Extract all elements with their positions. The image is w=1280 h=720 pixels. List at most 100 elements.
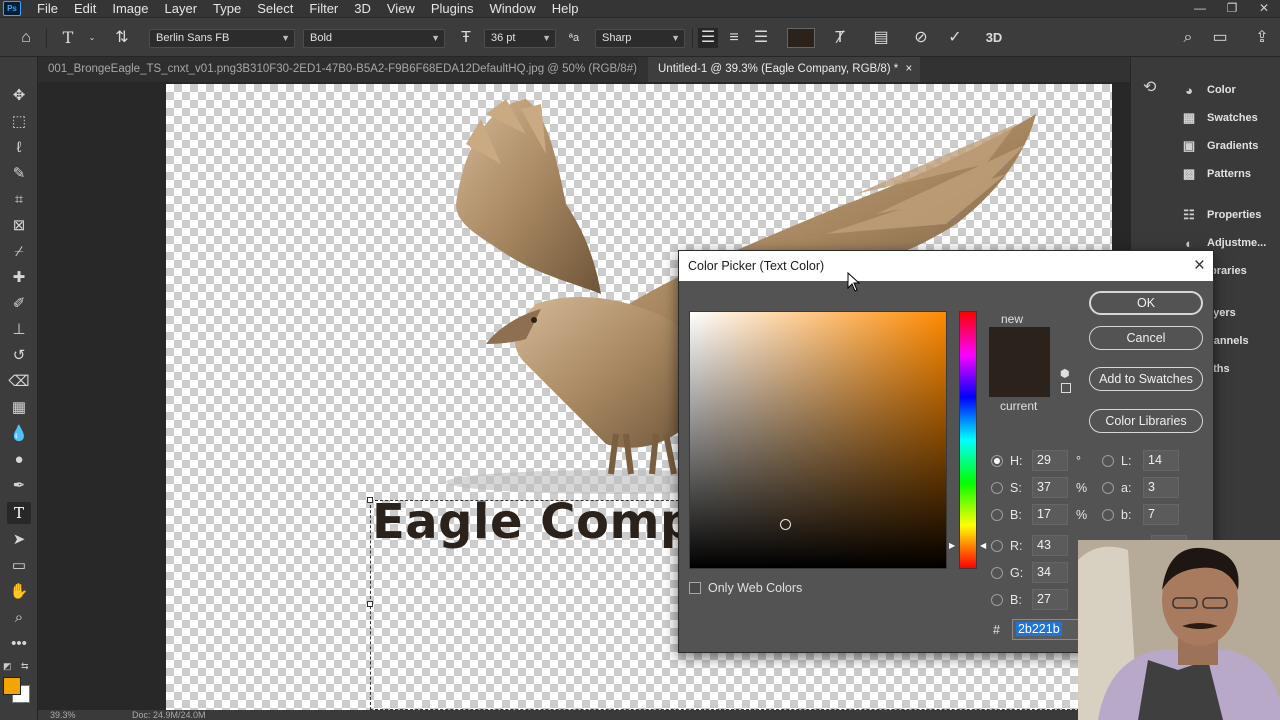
swap-colors-icon[interactable]: ⇆: [21, 661, 29, 672]
commit-edit-icon[interactable]: ✓: [945, 28, 965, 48]
current-color-swatch[interactable]: [989, 362, 1050, 397]
document-tab[interactable]: 001_BrongeEagle_TS_cnxt_v01.png3B310F30-…: [38, 57, 638, 100]
cancel-button[interactable]: Cancel: [1089, 326, 1203, 350]
saturation-input[interactable]: 37: [1032, 477, 1068, 498]
rectangle-tool-icon[interactable]: ▭: [7, 555, 31, 577]
align-center-icon[interactable]: ≡: [724, 28, 744, 48]
home-icon[interactable]: ⌂: [16, 28, 36, 48]
zoom-level[interactable]: 39.3%: [50, 710, 76, 720]
close-window-icon[interactable]: ✕: [1248, 0, 1280, 17]
gradient-tool-icon[interactable]: ▦: [7, 397, 31, 419]
workspace-icon[interactable]: ▭: [1210, 28, 1230, 48]
search-icon[interactable]: ⌕: [1178, 28, 1198, 48]
panel-patterns[interactable]: ▩ Patterns: [1180, 164, 1251, 184]
transform-handle[interactable]: [367, 497, 373, 503]
align-left-icon[interactable]: ☰: [698, 28, 718, 48]
hue-slider[interactable]: [959, 311, 977, 569]
brightness-radio[interactable]: [991, 508, 1003, 521]
magic-wand-tool-icon[interactable]: ✎: [7, 163, 31, 185]
lab-a-input[interactable]: 3: [1143, 477, 1179, 498]
font-style-select[interactable]: Bold ▼: [303, 29, 445, 48]
menu-view[interactable]: View: [379, 0, 423, 17]
move-tool-icon[interactable]: ✥: [7, 85, 31, 107]
text-orientation-icon[interactable]: ⇅: [112, 28, 132, 48]
cancel-edit-icon[interactable]: ⊘: [911, 28, 931, 48]
lasso-tool-icon[interactable]: ℓ: [7, 137, 31, 159]
type-tool-preset-icon[interactable]: T: [58, 28, 78, 48]
green-input[interactable]: 34: [1032, 562, 1068, 583]
menu-layer[interactable]: Layer: [157, 0, 206, 17]
type-tool-icon[interactable]: T: [7, 502, 31, 524]
crop-tool-icon[interactable]: ⌗: [7, 189, 31, 211]
anti-alias-select[interactable]: Sharp ▼: [595, 29, 685, 48]
preset-dropdown-icon[interactable]: ⌄: [82, 28, 102, 48]
panel-gradients[interactable]: ▣ Gradients: [1180, 136, 1259, 156]
font-size-select[interactable]: 36 pt ▼: [484, 29, 556, 48]
close-icon[interactable]: ×: [1194, 254, 1205, 278]
path-selection-tool-icon[interactable]: ➤: [7, 529, 31, 551]
only-web-colors-checkbox[interactable]: [689, 582, 701, 594]
hex-input[interactable]: 2b221b: [1011, 619, 1082, 640]
brightness-input[interactable]: 17: [1032, 504, 1068, 525]
hue-arrow-right-icon[interactable]: ◀: [980, 541, 986, 550]
warp-text-icon[interactable]: Ⱦ: [830, 28, 850, 48]
healing-brush-tool-icon[interactable]: ✚: [7, 267, 31, 289]
eraser-tool-icon[interactable]: ⌫: [7, 371, 31, 393]
brush-tool-icon[interactable]: ✐: [7, 293, 31, 315]
more-tools-icon[interactable]: •••: [7, 633, 31, 655]
zoom-tool-icon[interactable]: ⌕: [7, 607, 31, 629]
eyedropper-tool-icon[interactable]: ⌿: [7, 241, 31, 263]
pen-tool-icon[interactable]: ✒: [7, 475, 31, 497]
panel-properties[interactable]: ☷ Properties: [1180, 205, 1261, 225]
close-tab-icon[interactable]: ×: [906, 63, 913, 75]
align-right-icon[interactable]: ☰: [751, 28, 771, 48]
font-family-select[interactable]: Berlin Sans FB ▼: [149, 29, 295, 48]
3d-text-icon[interactable]: 3D: [984, 28, 1004, 48]
share-icon[interactable]: ⇪: [1252, 28, 1272, 48]
saturation-radio[interactable]: [991, 481, 1003, 494]
menu-3d[interactable]: 3D: [346, 0, 379, 17]
lab-a-radio[interactable]: [1102, 481, 1114, 494]
panel-color[interactable]: ◕ Color: [1180, 80, 1236, 100]
green-radio[interactable]: [991, 566, 1003, 579]
red-input[interactable]: 43: [1032, 535, 1068, 556]
menu-type[interactable]: Type: [205, 0, 249, 17]
menu-help[interactable]: Help: [544, 0, 587, 17]
web-safe-swatch[interactable]: [1061, 383, 1071, 393]
blue-input[interactable]: 27: [1032, 589, 1068, 610]
frame-tool-icon[interactable]: ⊠: [7, 215, 31, 237]
ok-button[interactable]: OK: [1089, 291, 1203, 315]
menu-edit[interactable]: Edit: [66, 0, 104, 17]
menu-filter[interactable]: Filter: [301, 0, 346, 17]
default-colors-icon[interactable]: ◩: [3, 661, 12, 672]
dodge-tool-icon[interactable]: ●: [7, 449, 31, 471]
color-libraries-button[interactable]: Color Libraries: [1089, 409, 1203, 433]
menu-window[interactable]: Window: [481, 0, 543, 17]
hue-radio[interactable]: [991, 454, 1003, 467]
hand-tool-icon[interactable]: ✋: [7, 581, 31, 603]
marquee-tool-icon[interactable]: ⬚: [7, 111, 31, 133]
lightness-input[interactable]: 14: [1143, 450, 1179, 471]
blur-tool-icon[interactable]: 💧: [7, 423, 31, 445]
hue-arrow-left-icon[interactable]: ▶: [949, 541, 955, 550]
add-to-swatches-button[interactable]: Add to Swatches: [1089, 367, 1203, 391]
lightness-radio[interactable]: [1102, 454, 1114, 467]
minimize-icon[interactable]: —: [1184, 0, 1216, 17]
saturation-brightness-field[interactable]: [689, 311, 947, 569]
out-of-gamut-cube-icon[interactable]: ⬢: [1060, 367, 1070, 380]
restore-icon[interactable]: ❐: [1216, 0, 1248, 17]
history-panel-icon[interactable]: ⟲: [1143, 77, 1156, 97]
hue-input[interactable]: 29: [1032, 450, 1068, 471]
character-panel-icon[interactable]: ▤: [871, 28, 891, 48]
foreground-color-swatch[interactable]: [3, 677, 21, 695]
transform-handle[interactable]: [367, 601, 373, 607]
lab-b-input[interactable]: 7: [1143, 504, 1179, 525]
lab-b-radio[interactable]: [1102, 508, 1114, 521]
only-web-colors-option[interactable]: Only Web Colors: [689, 581, 802, 595]
color-marker[interactable]: [780, 519, 791, 530]
menu-plugins[interactable]: Plugins: [423, 0, 482, 17]
red-radio[interactable]: [991, 539, 1003, 552]
menu-image[interactable]: Image: [104, 0, 156, 17]
history-brush-tool-icon[interactable]: ↺: [7, 345, 31, 367]
menu-select[interactable]: Select: [249, 0, 301, 17]
